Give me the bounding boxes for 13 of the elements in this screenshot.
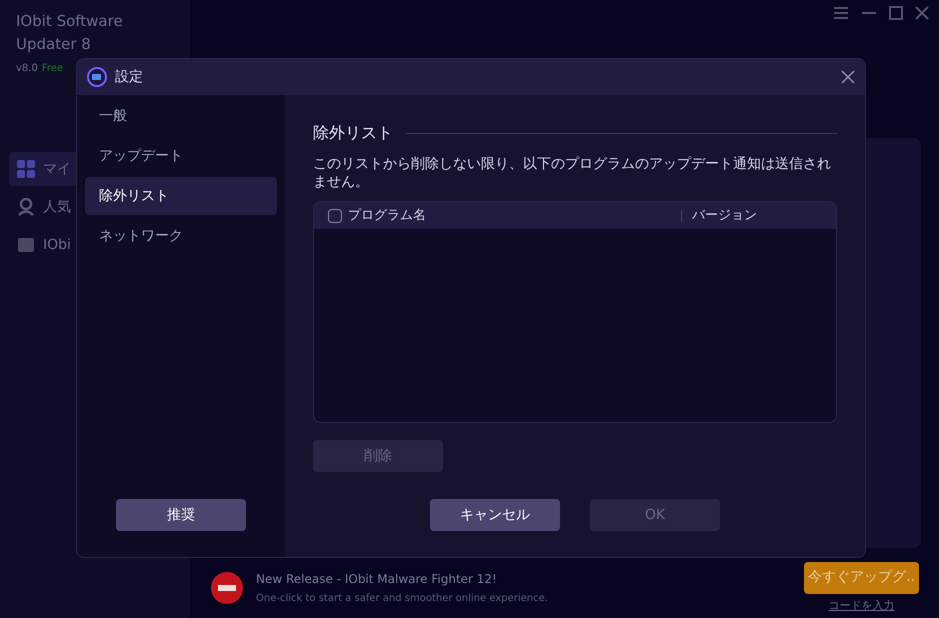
dialog-title: 設定 <box>115 68 144 86</box>
sidebar-label: マイ <box>43 160 71 178</box>
banner-subtitle: One-click to start a safer and smoother online experience. <box>256 592 549 606</box>
description-text: このリストから削除しない限り、以下のプログラムのアップデート通知は送信されません。 <box>313 155 832 191</box>
section-title: 除外リスト <box>313 122 393 144</box>
edition-label: Free <box>42 62 64 76</box>
sidebar-label: 人気 <box>43 198 71 216</box>
column-header: バージョン <box>692 206 758 225</box>
banner-title: New Release - IObit Malware Fighter 12! <box>256 571 498 588</box>
sidebar-label: IObi <box>43 236 71 254</box>
column-header: プログラム名 <box>348 206 427 225</box>
app-title: IObit Software Updater 8 <box>15 11 124 54</box>
version-label: v8.0 <box>16 62 38 76</box>
